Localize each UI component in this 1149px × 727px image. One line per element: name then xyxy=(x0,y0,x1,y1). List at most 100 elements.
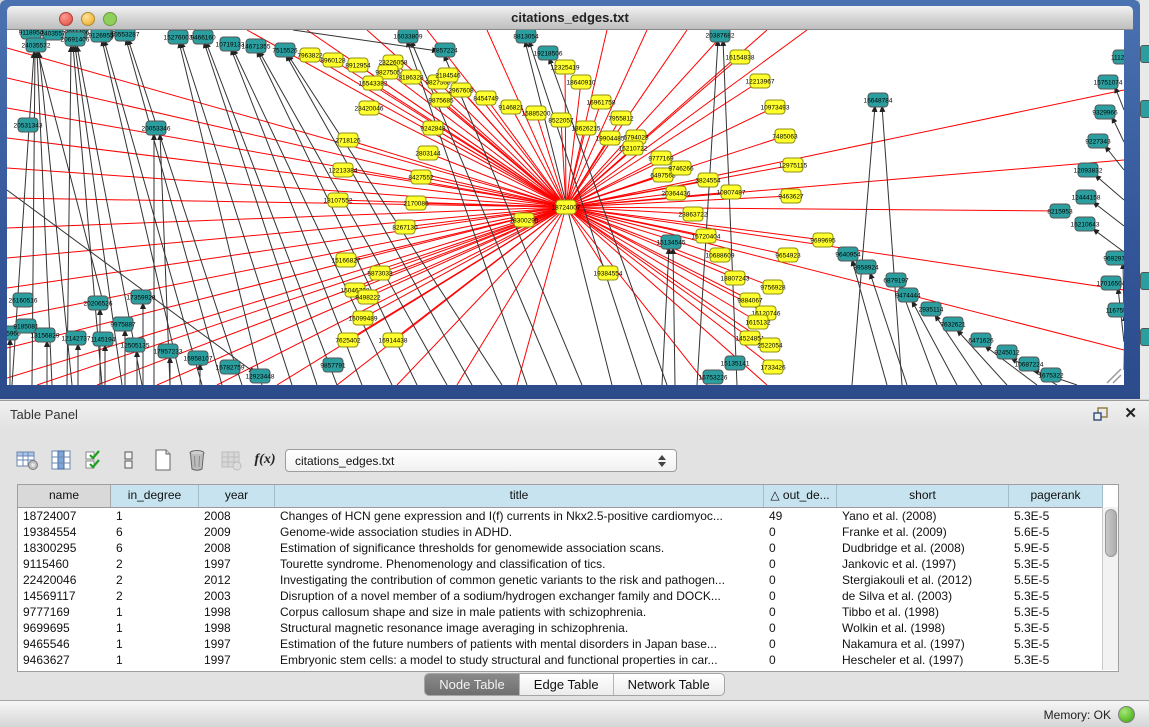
graph-node-label: 23863722 xyxy=(679,212,708,219)
graph-node-label: 16210722 xyxy=(619,146,648,153)
column-select-icon[interactable] xyxy=(48,447,74,473)
dropdown-arrows-icon xyxy=(658,453,669,469)
column-header-name[interactable]: name xyxy=(18,485,111,507)
graph-edge[interactable] xyxy=(233,49,392,385)
table-cell: 2 xyxy=(111,556,199,572)
close-panel-icon[interactable]: ✕ xyxy=(1124,404,1137,422)
graph-edge[interactable] xyxy=(566,30,807,207)
new-document-icon[interactable] xyxy=(150,447,176,473)
graph-node-label: 10973493 xyxy=(761,105,790,112)
table-cell: 9465546 xyxy=(18,636,111,652)
resize-grip[interactable] xyxy=(1107,369,1121,383)
graph-edge[interactable] xyxy=(373,83,566,207)
graph-node-label: 6879197 xyxy=(883,278,909,285)
network-canvas[interactable]: 1872400779638228960128891295423226058982… xyxy=(7,30,1124,385)
network-graph: 1872400779638228960128891295423226058982… xyxy=(7,30,1124,385)
memory-status-indicator-icon[interactable] xyxy=(1118,706,1135,723)
graph-edge[interactable] xyxy=(7,198,566,207)
graph-edge[interactable] xyxy=(1112,117,1124,142)
graph-edge[interactable] xyxy=(566,128,586,207)
graph-node-label: 7632621 xyxy=(940,322,966,329)
table-cell: Investigating the contribution of common… xyxy=(275,572,764,588)
column-header-title[interactable]: title xyxy=(275,485,764,507)
tab-node-table[interactable]: Node Table xyxy=(425,674,520,695)
row-check-icon[interactable] xyxy=(82,447,108,473)
tab-edge-table[interactable]: Edge Table xyxy=(520,674,614,695)
table-row[interactable]: 1872400712008Changes of HCN gene express… xyxy=(18,508,1118,524)
graph-node-label: 13156829 xyxy=(31,333,60,340)
column-header-pagerank[interactable]: pagerank xyxy=(1009,485,1103,507)
table-cell: 1997 xyxy=(199,652,275,668)
table-cell: 2008 xyxy=(199,540,275,556)
column-header-out_degree[interactable]: △ out_de... xyxy=(764,485,837,507)
table-scrollbar-thumb[interactable] xyxy=(1105,509,1117,557)
delete-trash-icon[interactable] xyxy=(184,447,210,473)
table-cell: 18724007 xyxy=(18,508,111,524)
table-cell: 9699695 xyxy=(18,620,111,636)
function-icon[interactable]: f(x) xyxy=(252,447,278,473)
table-cell: 1998 xyxy=(199,620,275,636)
tab-network-table[interactable]: Network Table xyxy=(614,674,724,695)
cytoscape-desktop: citations_edges.txt 18724007796382289601… xyxy=(0,0,1149,727)
table-cell: 1 xyxy=(111,652,199,668)
table-row[interactable]: 946554611997Estimation of the future num… xyxy=(18,636,1118,652)
float-panel-icon[interactable] xyxy=(1093,406,1109,422)
rows-icon[interactable] xyxy=(116,447,142,473)
graph-node xyxy=(1140,328,1149,346)
graph-edge[interactable] xyxy=(852,106,875,385)
graph-edge[interactable] xyxy=(566,207,707,385)
table-scrollbar[interactable] xyxy=(1102,507,1118,670)
graph-edge[interactable] xyxy=(7,48,566,207)
table-row[interactable]: 1938455462009Genome-wide association stu… xyxy=(18,524,1118,540)
table-cell: 5.3E-5 xyxy=(1009,636,1103,652)
table-row[interactable]: 1456911722003Disruption of a novel membe… xyxy=(18,588,1118,604)
graph-edge[interactable] xyxy=(206,42,337,385)
graph-edge[interactable] xyxy=(126,39,222,385)
table-cell: 6 xyxy=(111,524,199,540)
graph-node-label: 15276003 xyxy=(164,35,193,42)
column-header-year[interactable]: year xyxy=(199,485,275,507)
graph-edge[interactable] xyxy=(882,106,902,385)
graph-node-label: 2803144 xyxy=(415,151,441,158)
table-row[interactable]: 1830029562008Estimation of significance … xyxy=(18,540,1118,556)
table-row[interactable]: 911546021997Tourette syndrome. Phenomeno… xyxy=(18,556,1118,572)
table-select-dropdown[interactable]: citations_edges.txt xyxy=(285,449,677,472)
table-cell: 5.3E-5 xyxy=(1009,652,1103,668)
graph-edge[interactable] xyxy=(517,207,566,385)
table-cell: 1 xyxy=(111,508,199,524)
graph-edge[interactable] xyxy=(673,248,675,385)
graph-edge[interactable] xyxy=(102,40,182,385)
column-header-short[interactable]: short xyxy=(837,485,1009,507)
table-cell: 6 xyxy=(111,540,199,556)
table-row[interactable]: 977716911998Corpus callosum shape and si… xyxy=(18,604,1118,620)
graph-edge[interactable] xyxy=(181,42,292,385)
graph-edge[interactable] xyxy=(566,207,758,322)
graph-edge[interactable] xyxy=(566,207,1060,211)
graph-node-label: 6471626 xyxy=(968,338,994,345)
graph-node-label: 9329966 xyxy=(1092,110,1118,117)
table-cell: 0 xyxy=(764,636,837,652)
table-settings-icon[interactable] xyxy=(14,447,40,473)
table-cell: 2 xyxy=(111,588,199,604)
graph-edge[interactable] xyxy=(1093,229,1124,252)
graph-node-label: 9640954 xyxy=(835,252,861,259)
table-row[interactable]: 969969511998Structural magnetic resonanc… xyxy=(18,620,1118,636)
graph-edge[interactable] xyxy=(7,138,566,207)
table-row[interactable]: 946362711997Embryonic stem cells: a mode… xyxy=(18,652,1118,668)
graph-edge[interactable] xyxy=(1105,146,1124,170)
table-row[interactable]: 2242004622012Investigating the contribut… xyxy=(18,572,1118,588)
table-cell: 49 xyxy=(764,508,837,524)
table-cell: 0 xyxy=(764,652,837,668)
graph-edge[interactable] xyxy=(566,90,1124,207)
graph-node-label: 12213967 xyxy=(746,79,775,86)
graph-edge[interactable] xyxy=(566,207,1124,350)
window-titlebar[interactable]: citations_edges.txt xyxy=(7,6,1133,30)
column-header-in_degree[interactable]: in_degree xyxy=(111,485,199,507)
graph-edge[interactable] xyxy=(662,248,669,385)
graph-node-label: 12213384 xyxy=(329,168,358,175)
table-cell: 19384554 xyxy=(18,524,111,540)
table-cell: 1 xyxy=(111,620,199,636)
graph-edge[interactable] xyxy=(7,207,566,288)
graph-edge[interactable] xyxy=(457,207,566,385)
graph-edge[interactable] xyxy=(7,207,566,348)
